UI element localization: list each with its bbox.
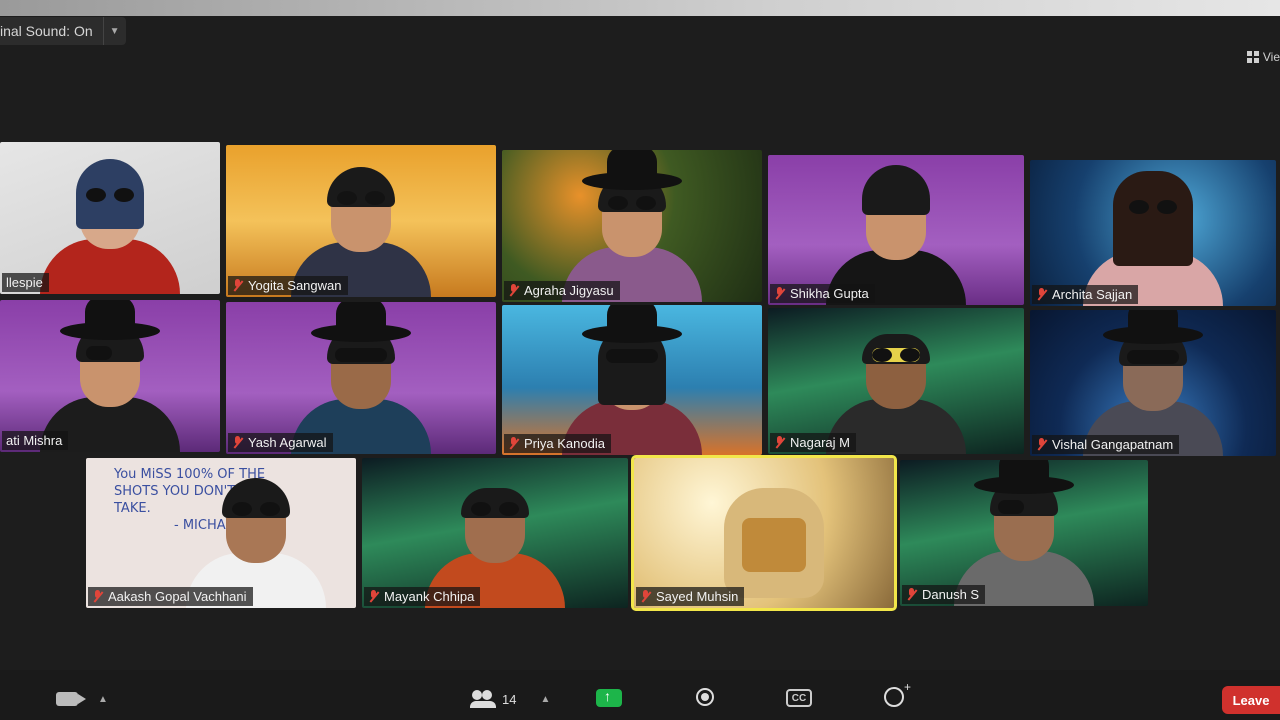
chevron-up-icon[interactable]: ▲: [540, 694, 550, 705]
video-button[interactable]: ▲: [56, 692, 108, 706]
participant-nametag: Aakash Gopal Vachhani: [88, 587, 253, 606]
participant-video: [562, 305, 702, 455]
closed-caption-icon: CC: [786, 689, 812, 707]
participant-nametag: Archita Sajjan: [1032, 285, 1139, 304]
share-screen-icon: [596, 688, 622, 707]
original-sound-label: inal Sound: On: [0, 23, 93, 39]
participant-name: Vishal Gangapatnam: [1052, 437, 1174, 452]
mic-muted-icon: [1036, 438, 1047, 451]
mic-muted-icon: [640, 590, 651, 603]
participant-name: Danush S: [922, 587, 980, 602]
participant-video: [291, 147, 431, 297]
reactions-button[interactable]: [884, 680, 911, 707]
mic-muted-icon: [508, 437, 519, 450]
participant-nametag: Nagaraj M: [770, 433, 856, 452]
mic-muted-icon: [774, 436, 785, 449]
participant-tile[interactable]: ati Mishra: [0, 300, 220, 452]
meeting-toolbar: [0, 670, 1280, 720]
mic-muted-icon: [232, 279, 243, 292]
participant-nametag: llespie: [2, 273, 49, 292]
view-button[interactable]: Vie: [1246, 50, 1280, 64]
participant-nametag: Mayank Chhipa: [364, 587, 481, 606]
mic-muted-icon: [774, 287, 785, 300]
participant-name: Aakash Gopal Vachhani: [108, 589, 247, 604]
participant-name: Shikha Gupta: [790, 286, 869, 301]
participant-name: Nagaraj M: [790, 435, 850, 450]
participant-nametag: Danush S: [902, 585, 986, 604]
mic-muted-icon: [368, 590, 379, 603]
participant-name: Mayank Chhipa: [384, 589, 475, 604]
share-screen-button[interactable]: [596, 688, 622, 707]
participant-name: Priya Kanodia: [524, 436, 605, 451]
participant-video: [40, 300, 180, 452]
participant-name: Agraha Jigyasu: [524, 283, 614, 298]
view-label: Vie: [1262, 50, 1280, 64]
mic-muted-icon: [508, 284, 519, 297]
participant-video: [40, 144, 180, 294]
participant-tile[interactable]: llespie: [0, 142, 220, 294]
chevron-down-icon[interactable]: ▼: [102, 17, 126, 45]
participant-nametag: Priya Kanodia: [504, 434, 611, 453]
participant-nametag: Agraha Jigyasu: [504, 281, 620, 300]
participants-icon: [470, 690, 496, 708]
leave-button[interactable]: Leave: [1222, 686, 1280, 714]
participant-tile[interactable]: Mayank Chhipa: [362, 458, 628, 608]
record-button[interactable]: [696, 688, 714, 706]
participant-tile[interactable]: Shikha Gupta: [768, 155, 1024, 305]
participant-name: Yash Agarwal: [248, 435, 327, 450]
participant-nametag: Vishal Gangapatnam: [1032, 435, 1180, 454]
participant-video: [562, 150, 702, 302]
window-title-bar: [0, 0, 1280, 16]
participants-button[interactable]: 14 ▲: [470, 690, 550, 708]
participant-name: llespie: [6, 275, 43, 290]
participant-nametag: Yash Agarwal: [228, 433, 333, 452]
participant-nametag: Shikha Gupta: [770, 284, 875, 303]
participant-tile[interactable]: Danush S: [900, 460, 1148, 606]
participant-tile-active-speaker[interactable]: Sayed Muhsin: [631, 455, 897, 611]
participant-name: Yogita Sangwan: [248, 278, 342, 293]
mic-muted-icon: [232, 436, 243, 449]
video-camera-icon: [56, 692, 86, 706]
chevron-up-icon[interactable]: ▲: [98, 694, 108, 705]
mic-muted-icon: [92, 590, 103, 603]
toast-avatar: [724, 488, 824, 598]
participant-nametag: Sayed Muhsin: [636, 587, 745, 606]
participant-tile[interactable]: Vishal Gangapatnam: [1030, 310, 1276, 456]
participant-tile[interactable]: Nagaraj M: [768, 308, 1024, 454]
participant-tile[interactable]: Yogita Sangwan: [226, 145, 496, 297]
participant-nametag: Yogita Sangwan: [228, 276, 348, 295]
participant-video: [826, 155, 966, 305]
participant-video: [186, 458, 326, 608]
participant-tile[interactable]: Archita Sajjan: [1030, 160, 1276, 306]
participant-tile[interactable]: Priya Kanodia: [502, 305, 762, 455]
participant-video: [291, 302, 431, 454]
original-sound-control[interactable]: inal Sound: On ▼: [0, 17, 126, 45]
participant-tile[interactable]: Agraha Jigyasu: [502, 150, 762, 302]
reactions-icon: [884, 680, 911, 707]
participant-name: ati Mishra: [6, 433, 63, 448]
grid-view-icon: [1246, 51, 1259, 63]
participant-video: [425, 458, 565, 608]
participant-name: Sayed Muhsin: [656, 589, 739, 604]
mic-muted-icon: [906, 588, 917, 601]
participant-name: Archita Sajjan: [1052, 287, 1133, 302]
mic-muted-icon: [1036, 288, 1047, 301]
participant-nametag: ati Mishra: [2, 431, 69, 450]
record-icon: [696, 688, 714, 706]
participant-tile[interactable]: You MiSS 100% OF THE SHOTS YOU DON'T TAK…: [86, 458, 356, 608]
participant-tile[interactable]: Yash Agarwal: [226, 302, 496, 454]
closed-caption-button[interactable]: CC: [786, 689, 812, 707]
participants-count: 14: [502, 691, 517, 707]
